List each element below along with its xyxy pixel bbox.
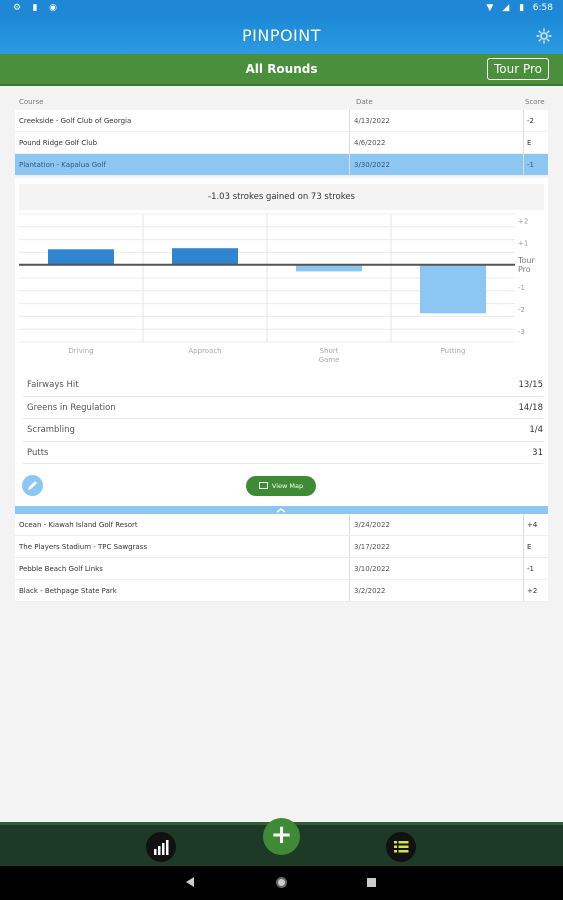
system-nav-bar — [0, 866, 563, 900]
title-bar: All Rounds Tour Pro — [0, 54, 563, 86]
header-date: Date — [356, 98, 373, 106]
brand-logo: PINPOINT — [241, 26, 322, 45]
y-tick-label: -2 — [518, 306, 525, 314]
chart-x-labels: Driving Approach ShortGame Putting — [68, 347, 465, 364]
stat-label: Putts — [27, 447, 49, 458]
signal-icon: ◢ — [502, 3, 510, 13]
header-score: Score — [525, 98, 545, 106]
y-tick-label: -3 — [518, 328, 525, 336]
status-bar: ⚙ ▮ ◉ ▼ ◢ ▮ 6:58 — [0, 0, 563, 18]
row-course: Black - Bethpage State Park — [19, 587, 117, 595]
row-date: 3/24/2022 — [354, 521, 390, 529]
stats-button[interactable] — [146, 832, 176, 862]
stats-list: Fairways Hit 13/15 Greens in Regulation … — [23, 374, 543, 464]
row-course: The Players Stadium - TPC Sawgrass — [19, 543, 147, 551]
gear-icon[interactable] — [535, 27, 553, 45]
bar-putting — [420, 264, 486, 314]
row-score: E — [527, 543, 532, 551]
row-date: 3/10/2022 — [354, 565, 390, 573]
row-date: 4/6/2022 — [354, 139, 386, 147]
stat-label: Fairways Hit — [27, 380, 79, 390]
edit-round-button[interactable] — [22, 475, 43, 496]
row-course: Creekside - Golf Club of Georgia — [19, 117, 132, 125]
row-score: -1 — [527, 161, 534, 169]
y-tick-label: -1 — [518, 284, 525, 292]
rounds-table: Course Date Score Creekside - Golf Club … — [15, 94, 548, 176]
page-title: All Rounds — [245, 62, 318, 76]
row-course: Pebble Beach Golf Links — [19, 565, 103, 573]
baseline-label: Tour Pro — [517, 256, 535, 274]
row-score: -1 — [527, 565, 534, 573]
list-icon — [394, 841, 409, 853]
table-row-selected[interactable]: Plantation - Kapalua Golf 3/30/2022 -1 — [15, 154, 548, 176]
row-date: 3/17/2022 — [354, 543, 390, 551]
round-detail-panel: -1.03 strokes gained on 73 strokes +2 +1 -… — [15, 178, 548, 506]
x-tick-label: Driving — [68, 347, 93, 355]
y-tick-label: +1 — [518, 240, 528, 248]
table-row[interactable]: The Players Stadium - TPC Sawgrass 3/17/… — [15, 536, 548, 558]
table-row[interactable]: Black - Bethpage State Park 3/2/2022 +2 — [15, 580, 548, 602]
row-score: -2 — [527, 117, 534, 125]
app-bar: PINPOINT — [0, 18, 563, 54]
row-course: Pound Ridge Golf Club — [19, 139, 98, 147]
table-row[interactable]: Creekside - Golf Club of Georgia 4/13/20… — [15, 110, 548, 132]
table-row[interactable]: Pound Ridge Golf Club 4/6/2022 E — [15, 132, 548, 154]
stat-value: 31 — [532, 447, 543, 458]
battery-icon: ▮ — [519, 3, 525, 13]
wifi-icon: ▼ — [486, 3, 494, 13]
tour-pro-button[interactable]: Tour Pro — [486, 58, 549, 80]
rounds-table-continued: Ocean - Kiawah Island Golf Resort 3/24/2… — [15, 514, 548, 602]
stats-icon — [154, 840, 169, 855]
status-time: 6:58 — [532, 3, 553, 13]
pencil-icon — [28, 481, 37, 490]
bar-driving — [48, 249, 114, 265]
chevron-up-icon[interactable] — [274, 506, 288, 514]
stat-value: 13/15 — [518, 380, 544, 390]
table-row[interactable]: Ocean - Kiawah Island Golf Resort 3/24/2… — [15, 514, 548, 536]
row-date: 4/13/2022 — [354, 117, 390, 125]
row-score: E — [527, 139, 532, 147]
strokes-gained-summary: -1.03 strokes gained on 73 strokes — [19, 184, 544, 210]
table-row[interactable]: Pebble Beach Golf Links 3/10/2022 -1 — [15, 558, 548, 580]
x-tick-label: Approach — [188, 347, 221, 355]
table-header: Course Date Score — [15, 94, 548, 110]
y-tick-label: +2 — [518, 218, 528, 226]
row-course: Ocean - Kiawah Island Golf Resort — [19, 521, 138, 529]
row-score: +2 — [527, 587, 538, 595]
row-score: +4 — [527, 521, 538, 529]
chart-y-ticks: +2 +1 -1 -2 -3 — [518, 218, 528, 336]
bar-approach — [172, 248, 238, 265]
strokes-gained-chart: +2 +1 -1 -2 -3 Driving Approach ShortGame Putti… — [19, 213, 535, 364]
row-date: 3/30/2022 — [354, 161, 390, 169]
row-date: 3/2/2022 — [354, 587, 386, 595]
pocket-icon: ◉ — [49, 3, 57, 13]
settings-icon: ⚙ — [12, 3, 22, 13]
x-tick-label: Putting — [441, 347, 466, 355]
stat-label: Scrambling — [27, 425, 75, 435]
stat-value: 1/4 — [529, 425, 543, 435]
x-tick-label: Short — [320, 347, 339, 355]
map-icon — [258, 482, 268, 489]
stat-label: Greens in Regulation — [27, 402, 116, 413]
back-icon[interactable] — [186, 877, 194, 887]
add-round-icon: + — [270, 820, 293, 850]
stat-row: Scrambling 1/4 — [23, 419, 543, 442]
row-course: Plantation - Kapalua Golf — [19, 161, 106, 169]
header-course: Course — [19, 98, 44, 106]
view-map-button[interactable]: View Map — [246, 476, 316, 496]
home-icon[interactable] — [276, 877, 287, 888]
x-tick-label: Game — [319, 356, 340, 364]
list-button[interactable] — [386, 832, 416, 862]
bottom-toolbar: + — [0, 818, 563, 866]
add-round-button[interactable]: + — [263, 818, 300, 855]
stat-row: Putts 31 — [23, 442, 543, 464]
stat-row: Fairways Hit 13/15 — [23, 374, 543, 397]
stat-value: 14/18 — [518, 402, 544, 413]
sd-card-icon: ▮ — [32, 3, 38, 13]
collapse-bar[interactable] — [15, 506, 548, 514]
stat-row: Greens in Regulation 14/18 — [23, 397, 544, 419]
recents-icon[interactable] — [367, 878, 376, 887]
